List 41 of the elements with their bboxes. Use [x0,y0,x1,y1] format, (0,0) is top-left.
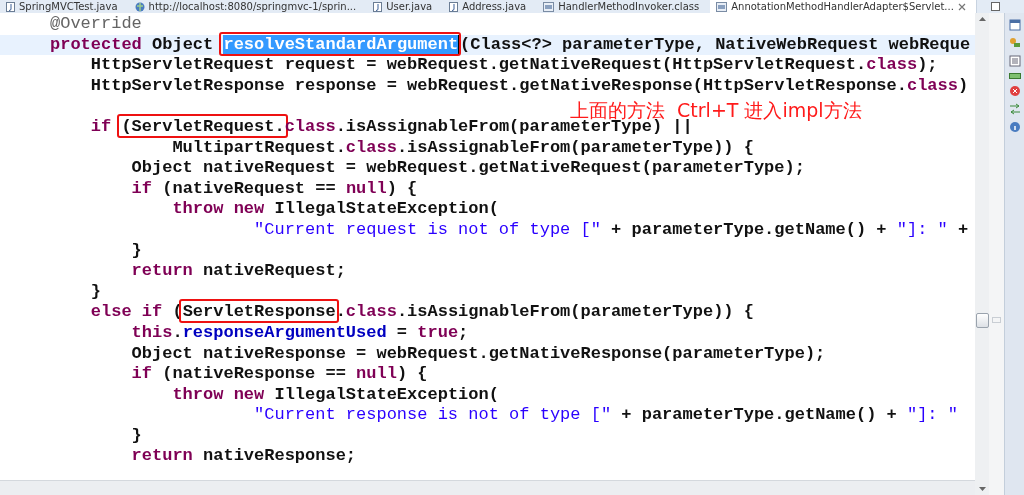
editor-tab[interactable]: Address.java [443,0,538,13]
code-line: this.responseArgumentUsed = true; [130,322,470,344]
editor-tab[interactable]: HandlerMethodInvoker.class [537,0,711,13]
code-line: if (nativeRequest == null) { [130,178,419,200]
scroll-thumb[interactable] [976,313,989,328]
code-line: } [89,281,102,303]
code-line: @Override [49,14,143,35]
globe-icon [134,1,145,12]
editor-tab[interactable]: AnnotationMethodHandlerAdapter$Servlet... [710,0,977,13]
code-line: Object nativeRequest = webRequest.getNativeRequest(parameterType); [130,158,806,179]
code-line: return nativeResponse; [130,446,358,468]
editor-tab[interactable]: User.java [367,0,444,13]
class-file-icon [716,1,728,12]
editor-tab[interactable]: http://localhost:8080/springmvc-1/sprin... [128,0,368,13]
code-line: "Current response is not of type [" + parameterType.getName() + "]: " [253,405,959,426]
code-line: } [130,425,143,447]
code-line: if (nativeResponse == null) { [130,364,429,385]
scroll-up-icon[interactable] [978,17,986,21]
info-icon[interactable] [1008,121,1021,133]
maximize-icon[interactable] [990,2,1000,11]
list-icon[interactable] [1008,55,1021,67]
code-line: throw new IllegalStateException( [171,199,500,220]
file-icon [6,1,15,12]
file-icon [373,1,383,12]
bar-icon[interactable] [1008,73,1021,79]
code-line: MultipartRequest.class.isAssignableFrom(parameterType)) { [171,137,755,159]
code-line: } [130,240,143,262]
scroll-down-icon[interactable] [978,487,986,491]
error-icon[interactable] [1008,85,1021,97]
file-icon [449,1,459,12]
code-line: return nativeRequest; [130,261,347,282]
code-line: "Current request is not of type [" + parameterType.getName() + "]: " + [253,219,970,241]
window-icon[interactable] [1008,19,1021,31]
code-line: HttpServletResponse response = webRequest.getNativeResponse(HttpServletResponse.class) [89,75,970,97]
close-icon[interactable] [957,2,966,11]
code-line: throw new IllegalStateException( [171,384,500,406]
arrows-icon[interactable] [1008,103,1021,115]
editor-tab[interactable]: SpringMVCTest.java [0,0,129,13]
tools-icon[interactable] [1008,37,1021,49]
code-line: Object nativeResponse = webRequest.getNativeResponse(parameterType); [130,343,827,365]
code-line: HttpServletRequest request = webRequest.getNativeRequest(HttpServletRequest.class); [89,55,939,76]
